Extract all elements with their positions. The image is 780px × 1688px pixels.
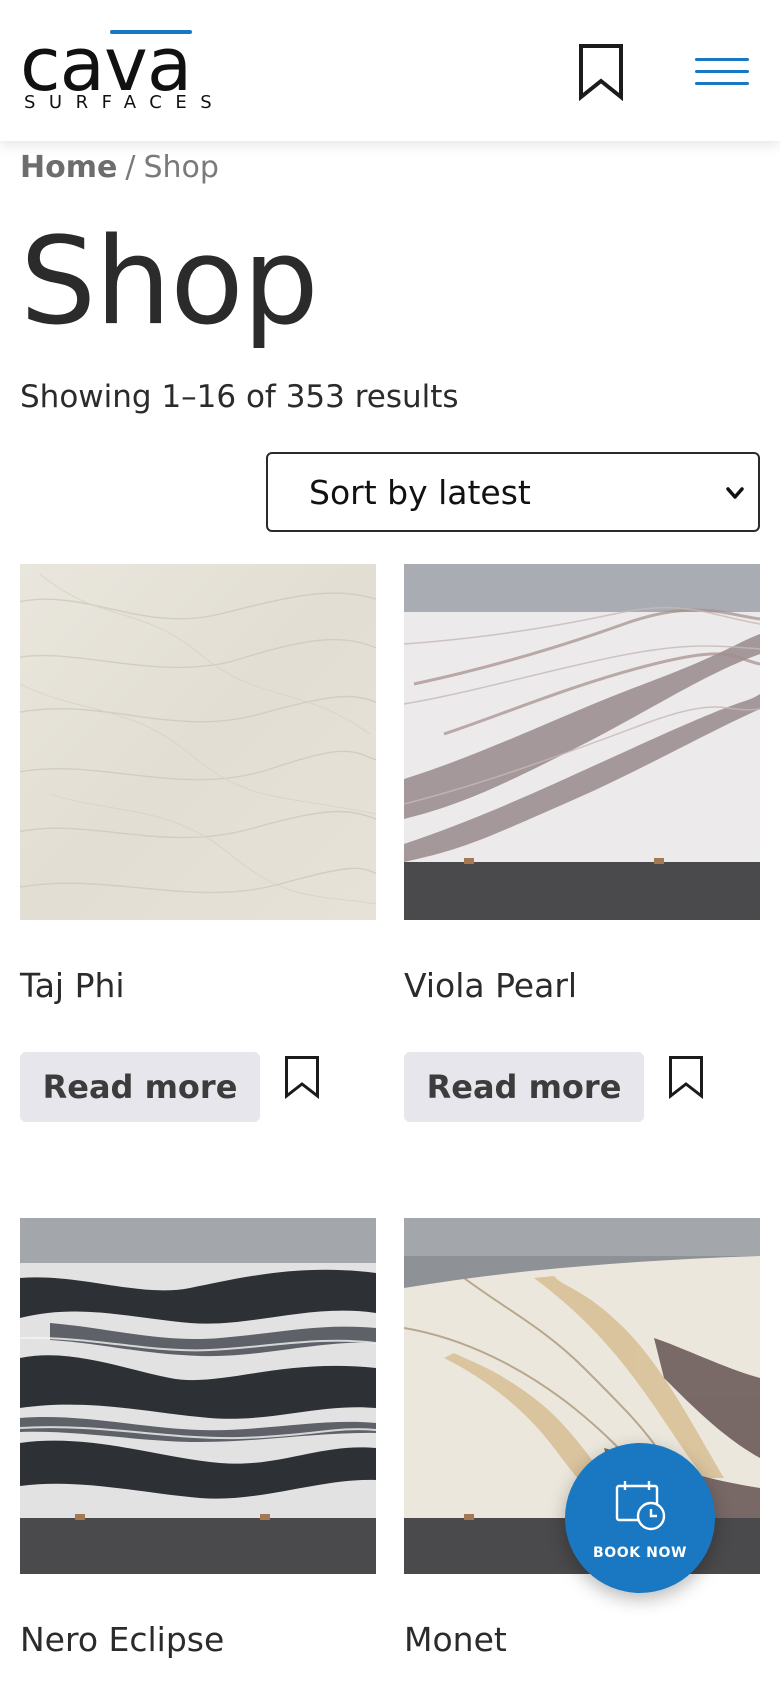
result-count: Showing 1–16 of 353 results — [20, 379, 459, 415]
product-name-taj-phi[interactable]: Taj Phi — [20, 964, 125, 1008]
bookmark-icon — [285, 1056, 319, 1100]
bookmark-button-viola-pearl[interactable] — [668, 1055, 704, 1100]
product-name-monet[interactable]: Monet — [404, 1618, 507, 1662]
hamburger-menu-button[interactable] — [692, 52, 752, 92]
calendar-clock-icon — [615, 1481, 666, 1531]
hamburger-menu-icon — [695, 58, 749, 61]
chevron-down-icon — [726, 487, 744, 499]
wishlist-button[interactable] — [578, 43, 624, 102]
product-name-nero-eclipse[interactable]: Nero Eclipse — [20, 1618, 224, 1662]
product-image-taj-phi[interactable] — [20, 564, 376, 920]
read-more-button-taj-phi[interactable]: Read more — [20, 1052, 260, 1122]
logo-subtitle: SURFACES — [24, 92, 226, 113]
breadcrumb-current: Shop — [143, 150, 219, 185]
book-now-button[interactable]: BOOK NOW — [565, 1443, 715, 1593]
bookmark-icon — [669, 1056, 703, 1100]
product-image-nero-eclipse[interactable] — [20, 1218, 376, 1574]
product-name-viola-pearl[interactable]: Viola Pearl — [404, 964, 577, 1008]
cava-surfaces-logo[interactable]: cava SURFACES — [20, 28, 230, 116]
bookmark-button-taj-phi[interactable] — [284, 1055, 320, 1100]
book-now-label: BOOK NOW — [592, 1545, 688, 1561]
read-more-button-viola-pearl[interactable]: Read more — [404, 1052, 644, 1122]
sort-selected-value: Sort by latest — [309, 473, 531, 512]
sort-select[interactable]: Sort by latest — [266, 452, 760, 532]
breadcrumb-separator: / — [125, 150, 136, 185]
product-image-viola-pearl[interactable] — [404, 564, 760, 920]
breadcrumb: Home / Shop — [20, 148, 219, 188]
page-title: Shop — [20, 213, 319, 352]
breadcrumb-home-link[interactable]: Home — [20, 150, 117, 185]
site-header: cava SURFACES — [0, 0, 780, 141]
logo-wordmark: cava — [20, 22, 192, 108]
bookmark-icon — [579, 44, 623, 102]
